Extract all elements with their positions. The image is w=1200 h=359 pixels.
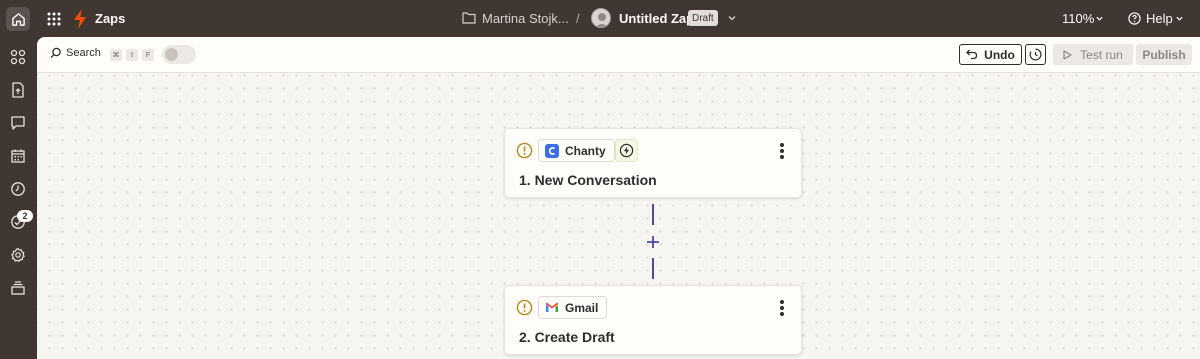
- step-title: 2. Create Draft: [519, 329, 615, 345]
- help-icon[interactable]: [1128, 12, 1141, 25]
- trigger-bolt-icon: [615, 139, 638, 162]
- notification-count-badge: 2: [17, 210, 33, 222]
- test-run-button[interactable]: Test run: [1053, 44, 1133, 65]
- top-bar: Zaps Martina Stojk... / Untitled Zap Dra…: [0, 0, 1200, 37]
- publish-button[interactable]: Publish: [1136, 44, 1192, 65]
- warning-icon[interactable]: [516, 142, 533, 159]
- history-icon[interactable]: [10, 181, 26, 197]
- gmail-logo-icon: [546, 302, 558, 312]
- status-badge: Draft: [688, 10, 718, 26]
- app-chip-gmail[interactable]: Gmail: [538, 296, 608, 319]
- warning-icon[interactable]: [516, 299, 533, 316]
- connector-line: [652, 258, 654, 279]
- more-options-icon[interactable]: [775, 142, 789, 160]
- play-icon: [1063, 49, 1072, 60]
- breadcrumb-separator: /: [576, 11, 580, 26]
- search-label: Search: [66, 47, 101, 59]
- undo-icon: [966, 49, 978, 60]
- shortcut-key: ⇧: [126, 49, 138, 61]
- step-title: 1. New Conversation: [519, 172, 657, 188]
- home-button[interactable]: [6, 7, 30, 31]
- shortcut-key: ⌘: [110, 49, 122, 61]
- shortcut-key: F: [142, 49, 154, 61]
- app-title[interactable]: Zaps: [95, 11, 125, 26]
- toggle-knob: [165, 48, 178, 61]
- zap-name[interactable]: Untitled Zap: [619, 0, 694, 37]
- folder-owner-name[interactable]: Martina Stojk...: [482, 0, 569, 37]
- zap-editor-canvas[interactable]: Search ⌘ ⇧ F Undo Test run Publish Chant…: [37, 37, 1200, 359]
- search-button[interactable]: Search: [50, 47, 101, 59]
- app-name: Chanty: [565, 143, 606, 158]
- folder-icon[interactable]: [462, 11, 476, 24]
- version-history-icon: [1029, 48, 1042, 61]
- chat-icon[interactable]: [10, 115, 26, 131]
- undo-button[interactable]: Undo: [959, 44, 1022, 65]
- avatar: [591, 8, 611, 28]
- apps-icon[interactable]: [10, 49, 26, 65]
- home-icon: [11, 12, 25, 26]
- zoom-chevron-down-icon[interactable]: [1095, 14, 1104, 23]
- version-history-button[interactable]: [1025, 44, 1046, 65]
- help-menu[interactable]: Help: [1146, 0, 1173, 37]
- app-chip-chanty[interactable]: Chanty: [538, 139, 615, 162]
- step-card-action[interactable]: Gmail 2. Create Draft: [504, 285, 802, 355]
- canvas-toggle[interactable]: [162, 45, 196, 64]
- file-upload-icon[interactable]: [10, 82, 26, 98]
- test-run-label: Test run: [1080, 47, 1123, 62]
- undo-label: Undo: [984, 47, 1015, 62]
- settings-icon[interactable]: [10, 247, 26, 263]
- step-card-trigger[interactable]: Chanty 1. New Conversation: [504, 128, 802, 198]
- connector-line: [652, 204, 654, 225]
- more-options-icon[interactable]: [775, 299, 789, 317]
- add-step-plus-icon[interactable]: [645, 234, 661, 250]
- stack-icon[interactable]: [10, 280, 26, 296]
- apps-grid-icon[interactable]: [44, 9, 64, 29]
- calendar-icon[interactable]: [10, 148, 26, 164]
- help-chevron-down-icon[interactable]: [1175, 14, 1184, 23]
- zapier-bolt-logo[interactable]: [72, 9, 88, 29]
- zoom-level[interactable]: 110%: [1062, 0, 1094, 37]
- editor-toolbar: Search ⌘ ⇧ F Undo Test run Publish: [37, 37, 1200, 73]
- left-sidebar: 2: [0, 37, 37, 359]
- chanty-logo-icon: [545, 143, 559, 158]
- app-name: Gmail: [565, 300, 599, 315]
- search-icon: [50, 47, 61, 58]
- chevron-down-icon[interactable]: [727, 13, 737, 23]
